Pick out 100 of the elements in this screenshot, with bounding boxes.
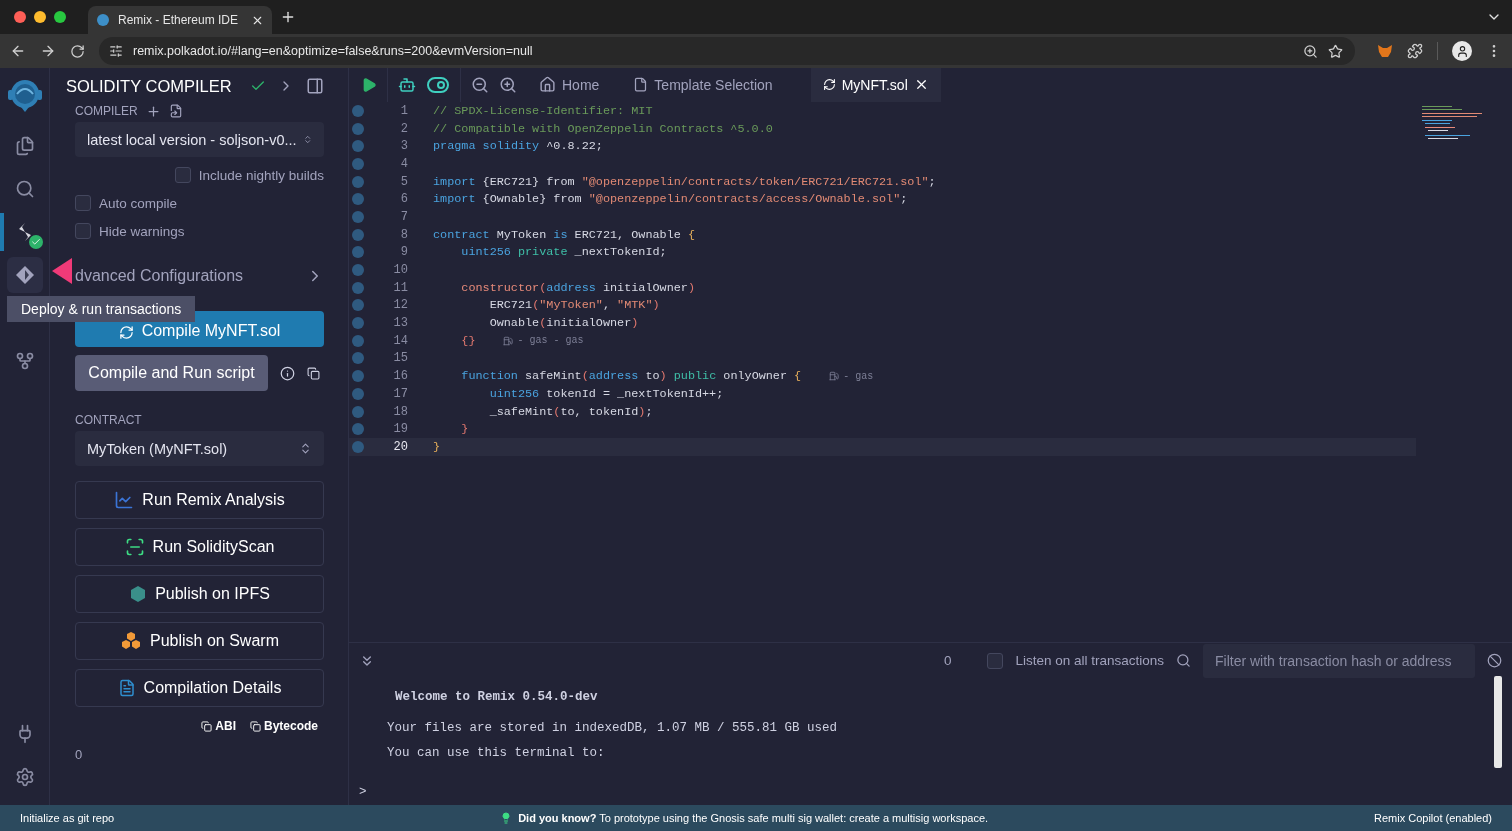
files-icon [14, 136, 35, 156]
breakpoint-dot[interactable] [352, 299, 364, 312]
robot-icon[interactable] [398, 75, 416, 94]
breakpoint-dot[interactable] [352, 405, 364, 418]
reload-icon[interactable] [70, 43, 85, 59]
editor-tab[interactable]: MyNFT.sol [810, 67, 941, 102]
zoom-in-icon[interactable] [499, 75, 517, 94]
new-tab-icon[interactable] [280, 9, 296, 25]
contract-select[interactable]: MyToken (MyNFT.sol) [75, 431, 324, 466]
browser-tab[interactable]: Remix - Ethereum IDE [88, 6, 272, 34]
terminal-prompt[interactable]: > [359, 785, 1494, 799]
run-icon[interactable] [361, 76, 377, 93]
line-number: 2 [399, 121, 408, 136]
address-bar[interactable]: remix.polkadot.io/#lang=en&optimize=false&runs=200&evmVersion=null [99, 37, 1355, 65]
copy-link[interactable]: Bytecode [249, 719, 318, 733]
action-button[interactable]: Run SolidityScan [75, 528, 324, 566]
add-icon[interactable] [145, 103, 161, 119]
updown-icon [299, 442, 312, 455]
breakpoint-dot[interactable] [352, 210, 364, 223]
code-line: Ownable(initialOwner) [488, 316, 639, 331]
profile-avatar[interactable] [1452, 41, 1472, 61]
breakpoint-dot[interactable] [352, 317, 364, 330]
editor-tab[interactable]: Home [527, 67, 612, 102]
bookmark-icon [1328, 43, 1343, 59]
action-button[interactable]: Publish on Swarm [75, 622, 324, 660]
action-button[interactable]: Publish on IPFS [75, 575, 324, 613]
status-text[interactable]: Initialize as git repo [20, 812, 115, 824]
fuel-icon [503, 335, 514, 346]
breakpoint-dot[interactable] [352, 281, 364, 294]
fox-icon[interactable] [1377, 43, 1393, 59]
code-line: pragma solidity ^0.8.22; [433, 139, 603, 154]
breakpoint-dot[interactable] [352, 334, 364, 347]
run-script-button[interactable]: Compile and Run script [75, 355, 268, 391]
terminal-message: You can use this terminal to: [387, 746, 606, 760]
back-icon[interactable] [10, 43, 26, 59]
scrollbar[interactable] [1494, 676, 1502, 768]
checkbox[interactable] [75, 223, 91, 239]
breakpoint-dot[interactable] [352, 193, 364, 206]
breakpoint-dot[interactable] [352, 157, 364, 170]
checkbox[interactable] [174, 167, 191, 183]
breakpoint-dot[interactable] [352, 104, 364, 117]
settings-icon [14, 767, 35, 787]
breakpoint-dot[interactable] [352, 352, 364, 365]
checkbox[interactable] [987, 652, 1004, 669]
minimize-window-button[interactable] [34, 11, 46, 23]
search-icon [14, 179, 35, 199]
panel-icon[interactable] [306, 77, 324, 95]
checkbox-label: Hide warnings [99, 223, 185, 239]
checkbox-label: Listen on all transactions [1015, 653, 1164, 668]
line-number: 4 [399, 156, 408, 171]
checkbox[interactable] [75, 195, 91, 211]
forward-icon[interactable] [40, 43, 56, 59]
code-line: uint256 tokenId = _nextTokenId++; [488, 386, 724, 401]
breakpoint-dot[interactable] [352, 264, 364, 277]
file-icon[interactable] [168, 104, 183, 118]
tip-text: Did you know? To prototype using the Gnosis safe multi sig wallet: create a multisig workspace. [518, 812, 989, 824]
compiler-select[interactable]: latest local version - soljson-v0... [75, 122, 324, 157]
code-line: // SPDX-License-Identifier: MIT [433, 103, 653, 118]
section-label: CONTRACT [75, 413, 143, 427]
maximize-window-button[interactable] [54, 11, 66, 23]
copy-icon[interactable] [307, 366, 320, 380]
breakpoint-dot[interactable] [352, 246, 364, 259]
status-text[interactable]: Remix Copilot (enabled) [1374, 812, 1492, 824]
line-number: 19 [392, 422, 408, 437]
code-line: ERC721("MyToken", "MTK") [488, 298, 660, 313]
breakpoint-dot[interactable] [352, 440, 364, 453]
extensions-icon[interactable] [1407, 43, 1423, 59]
file-icon [633, 77, 649, 92]
line-number: 7 [399, 209, 408, 224]
code-line: uint256 private _nextTokenId; [460, 245, 667, 260]
clear-icon[interactable] [1487, 653, 1502, 668]
transaction-count: 0 [943, 653, 952, 668]
line-number: 9 [399, 245, 408, 260]
breakpoint-dot[interactable] [352, 423, 364, 436]
breakpoint-dot[interactable] [352, 175, 364, 188]
section-toggle[interactable]: dvanced Configurations [75, 267, 244, 285]
breakpoint-dot[interactable] [352, 228, 364, 241]
pointer-arrow [52, 256, 72, 286]
line-number: 1 [399, 103, 408, 118]
line-number: 14 [392, 333, 408, 348]
document-icon [117, 679, 136, 697]
action-button[interactable]: Compilation Details [75, 669, 324, 707]
line-number: 20 [392, 439, 408, 454]
breakpoint-dot[interactable] [352, 370, 364, 383]
close-window-button[interactable] [14, 11, 26, 23]
code-line: contract MyToken is ERC721, Ownable { [433, 227, 695, 242]
breakpoint-dot[interactable] [352, 122, 364, 135]
breakpoint-dot[interactable] [352, 140, 364, 153]
editor-tab[interactable]: Template Selection [621, 67, 785, 102]
action-button[interactable]: Run Remix Analysis [75, 481, 324, 519]
updown-icon [302, 133, 312, 146]
filter-field[interactable]: Filter with transaction hash or address [1203, 643, 1475, 678]
chart-icon [114, 490, 135, 510]
copy-link[interactable]: ABI [201, 719, 236, 733]
zoom-out-icon[interactable] [471, 75, 489, 94]
info-icon[interactable] [280, 365, 295, 381]
hexagons-icon [120, 631, 142, 651]
line-number: 17 [392, 386, 408, 401]
breakpoint-dot[interactable] [352, 387, 364, 400]
zoom-icon [1303, 43, 1318, 59]
